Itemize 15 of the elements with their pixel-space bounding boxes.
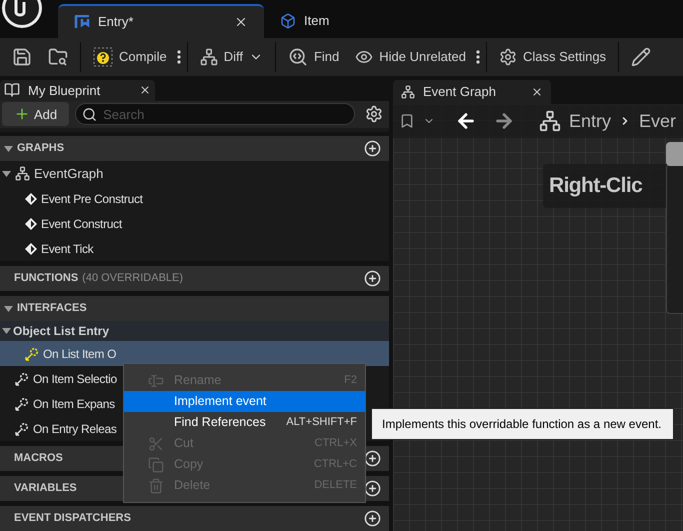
tab-label: Item [304, 12, 330, 30]
section-title: GRAPHS [17, 141, 64, 156]
section-title: FUNCTIONS [13, 271, 78, 286]
tab-label: Entry* [98, 13, 134, 32]
section-title: EVENT DISPATCHERS [13, 511, 131, 526]
panel-tab-label: My Blueprint [28, 82, 100, 100]
section-title: VARIABLES [13, 481, 77, 496]
section-title: MACROS [13, 451, 63, 466]
interface-name: Object List Entry [13, 323, 110, 340]
tooltip: Implements this overridable function as a new event. [371, 408, 674, 440]
graph-tab-label: Event Graph [423, 83, 496, 102]
section-note: (40 OVERRIDABLE) [82, 271, 184, 286]
shortcut-text: ALT+SHIFT+F [286, 415, 357, 430]
graph-name: EventGraph [34, 164, 104, 183]
section-title: INTERFACES [17, 301, 87, 316]
